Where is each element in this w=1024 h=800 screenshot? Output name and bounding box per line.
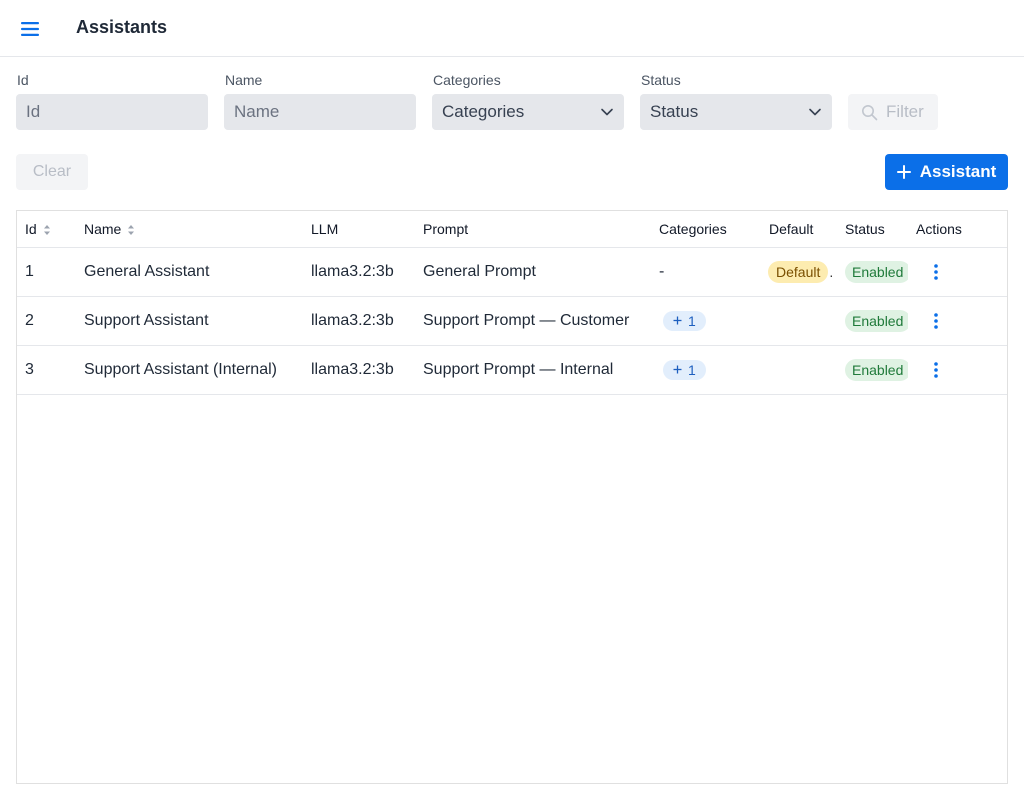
cell-status: Enabled [837, 345, 908, 395]
cell-prompt: Support Prompt — Internal [415, 345, 651, 395]
name-filter-input[interactable] [224, 94, 416, 130]
chevron-down-icon [809, 108, 821, 116]
cell-name: Support Assistant [76, 296, 303, 346]
status-badge: Enabled [845, 309, 908, 332]
column-header-categories: Categories [651, 211, 761, 248]
status-filter-label: Status [641, 72, 681, 88]
id-filter-label: Id [17, 72, 29, 88]
cell-categories: 1 [651, 296, 761, 346]
cell-default: Default. [761, 247, 837, 297]
menu-button[interactable] [14, 14, 46, 44]
table-header-row: Id Name LLM Prompt Categories Default St… [17, 211, 1007, 248]
plus-icon [673, 316, 682, 325]
plus-icon [896, 165, 911, 179]
category-count-badge[interactable]: 1 [663, 310, 706, 331]
id-filter-input[interactable] [16, 94, 208, 130]
cell-actions [908, 247, 1007, 297]
sort-icon [128, 225, 135, 236]
cell-id: 3 [17, 345, 76, 395]
hamburger-icon [21, 22, 39, 36]
column-header-name[interactable]: Name [76, 211, 303, 248]
cell-default [761, 296, 837, 346]
kebab-icon [934, 361, 938, 378]
filter-button-label: Filter [886, 102, 924, 121]
name-filter-label: Name [225, 72, 263, 88]
cell-id: 2 [17, 296, 76, 346]
sort-icon [43, 225, 50, 236]
cell-name: General Assistant [76, 247, 303, 297]
cell-categories: 1 [651, 345, 761, 395]
cell-actions [908, 345, 1007, 395]
assistants-table: Id Name LLM Prompt Categories Default St… [16, 210, 1008, 784]
cell-id: 1 [17, 247, 76, 297]
filter-button[interactable]: Filter [848, 94, 938, 130]
row-actions-button[interactable] [924, 356, 948, 384]
cell-actions [908, 296, 1007, 346]
categories-filter-label: Categories [433, 72, 501, 88]
cell-default [761, 345, 837, 395]
categories-select[interactable]: Categories [432, 94, 624, 130]
category-count: 1 [688, 312, 696, 329]
table-row[interactable]: 1 General Assistant llama3.2:3b General … [17, 247, 1007, 297]
column-header-llm: LLM [303, 211, 415, 248]
page-title: Assistants [76, 17, 168, 37]
status-select-value: Status [650, 102, 699, 121]
row-actions-button[interactable] [924, 258, 948, 286]
column-header-default: Default [761, 211, 837, 248]
clear-button[interactable]: Clear [16, 154, 88, 190]
cell-prompt: Support Prompt — Customer [415, 296, 651, 346]
add-assistant-label: Assistant [919, 162, 997, 181]
status-select[interactable]: Status [640, 94, 832, 130]
status-badge: Enabled [845, 260, 908, 283]
cell-categories: - [651, 247, 761, 297]
app-header: Assistants [0, 0, 1024, 57]
chevron-down-icon [601, 108, 613, 116]
cell-status: Enabled [837, 296, 908, 346]
column-header-status: Status [837, 211, 908, 248]
add-assistant-button[interactable]: Assistant [885, 154, 1008, 190]
category-count-badge[interactable]: 1 [663, 359, 706, 380]
table-row[interactable]: 3 Support Assistant (Internal) llama3.2:… [17, 345, 1007, 395]
truncation-dot: . [829, 263, 834, 280]
cell-llm: llama3.2:3b [303, 247, 415, 297]
category-count: 1 [688, 361, 696, 378]
column-header-actions: Actions [908, 211, 1007, 248]
cell-llm: llama3.2:3b [303, 345, 415, 395]
table-row[interactable]: 2 Support Assistant llama3.2:3b Support … [17, 296, 1007, 346]
search-icon [862, 104, 878, 120]
column-header-prompt: Prompt [415, 211, 651, 248]
status-badge: Enabled [845, 358, 908, 381]
column-header-id[interactable]: Id [17, 211, 76, 248]
categories-select-value: Categories [442, 102, 525, 121]
cell-name: Support Assistant (Internal) [76, 345, 303, 395]
cell-llm: llama3.2:3b [303, 296, 415, 346]
plus-icon [673, 365, 682, 374]
row-actions-button[interactable] [924, 307, 948, 335]
default-badge: Default [768, 260, 829, 283]
kebab-icon [934, 263, 938, 280]
kebab-icon [934, 312, 938, 329]
cell-prompt: General Prompt [415, 247, 651, 297]
cell-status: Enabled [837, 247, 908, 297]
